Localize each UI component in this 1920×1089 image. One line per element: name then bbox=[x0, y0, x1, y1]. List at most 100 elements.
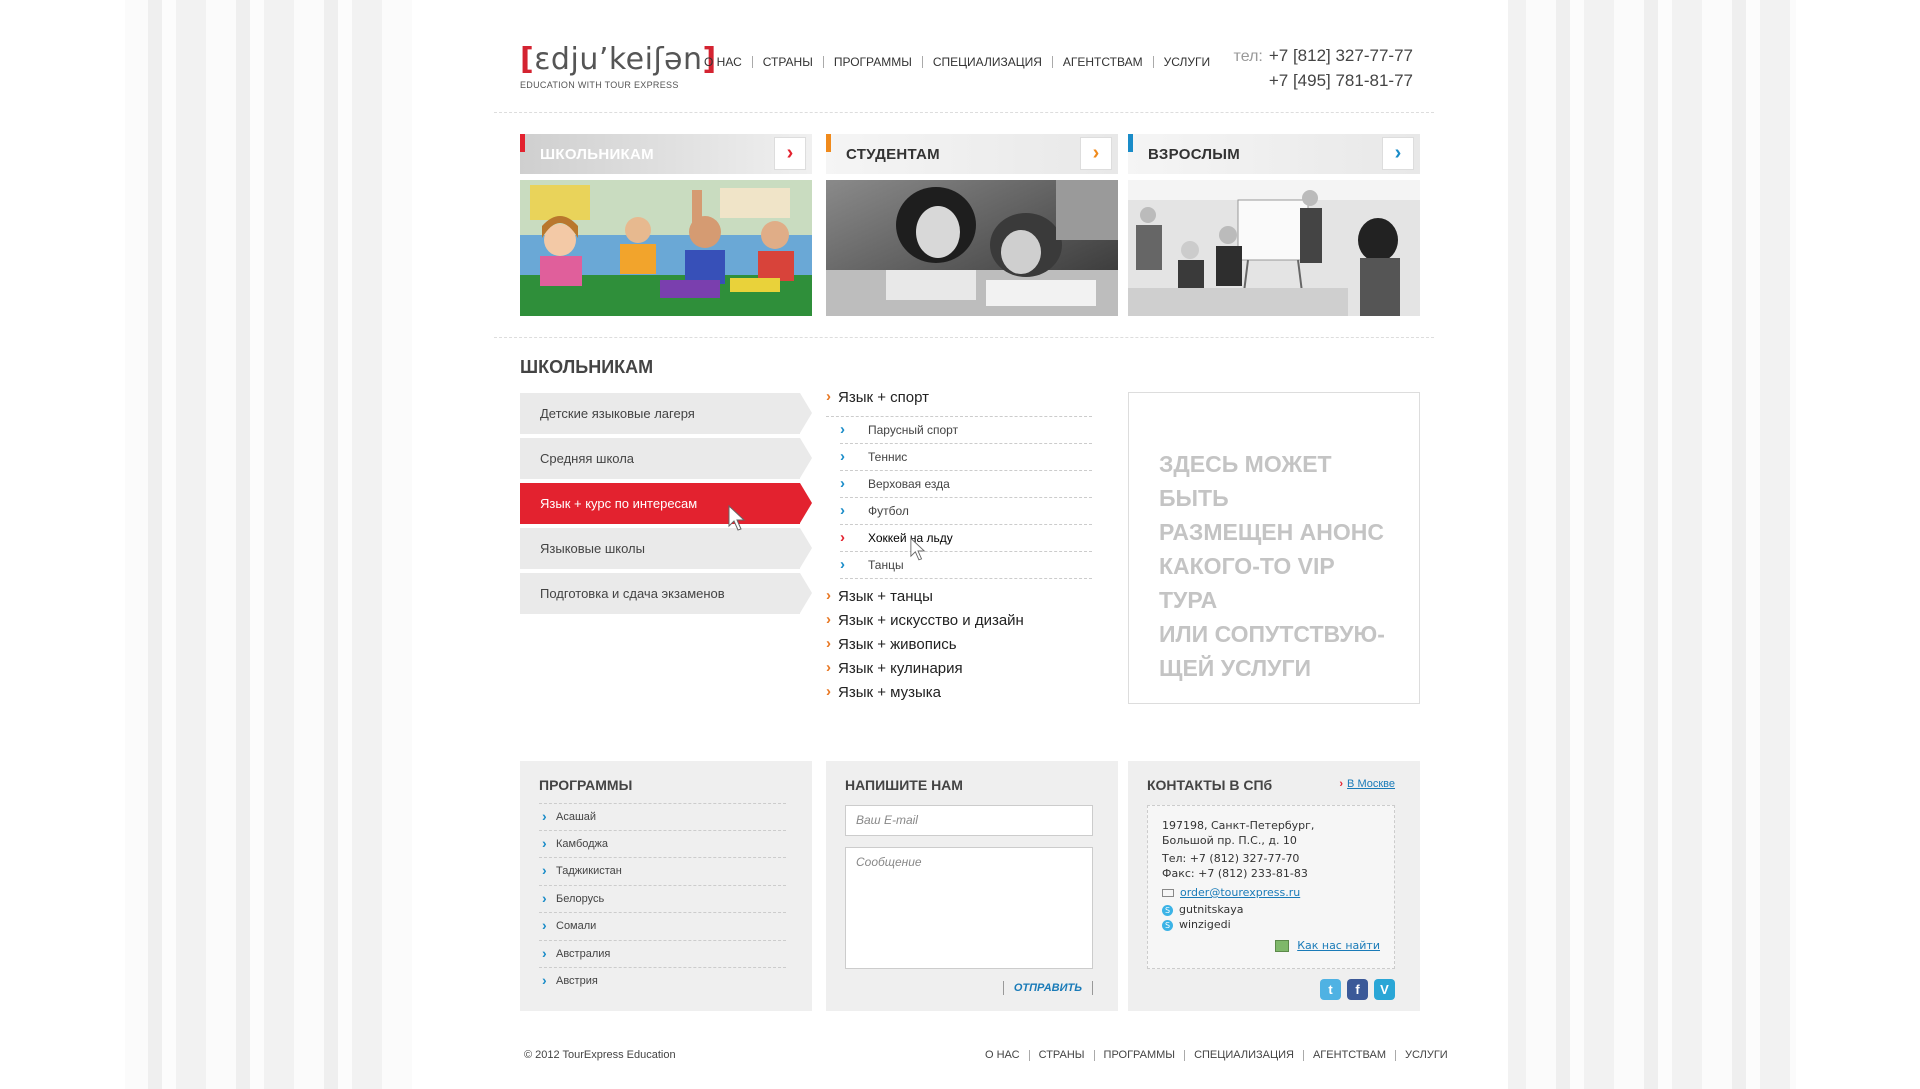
mouse-cursor-icon bbox=[728, 505, 746, 531]
tile-title: ШКОЛЬНИКАМ bbox=[540, 146, 654, 163]
subcategory-item[interactable]: Язык + искусство и дизайн bbox=[826, 608, 1092, 633]
subcategory-item[interactable]: Язык + музыка bbox=[826, 680, 1092, 705]
promo-line: КАКОГО-ТО VIP ТУРА bbox=[1159, 553, 1335, 613]
subcategory-item[interactable]: Язык + живопись bbox=[826, 632, 1092, 657]
sub-item-hovered[interactable]: Хоккей на льду bbox=[840, 524, 1092, 552]
tile-title: СТУДЕНТАМ bbox=[846, 146, 940, 163]
skype-name[interactable]: gutnitskaya bbox=[1179, 903, 1244, 916]
map-icon bbox=[1275, 940, 1290, 952]
photo-students bbox=[826, 180, 1118, 316]
nav-agencies[interactable]: АГЕНТСТВАМ bbox=[1051, 56, 1153, 68]
subcategory-language-sport[interactable]: Язык + спорт bbox=[826, 385, 1092, 417]
vimeo-icon[interactable]: V bbox=[1374, 979, 1395, 1000]
section-title: ШКОЛЬНИКАМ bbox=[520, 357, 654, 377]
twitter-icon[interactable]: t bbox=[1320, 979, 1341, 1000]
address-line: 197198, Санкт-Петербург, bbox=[1162, 819, 1315, 832]
envelope-icon bbox=[1162, 889, 1174, 897]
chevron-right-icon[interactable]: › bbox=[1080, 137, 1112, 170]
subcategory-item[interactable]: Язык + танцы bbox=[826, 584, 1092, 609]
email-field[interactable]: Ваш E-mail bbox=[845, 805, 1093, 836]
phone-spb[interactable]: +7 [812] 327-77-77 bbox=[1269, 46, 1413, 65]
contacts-card: 197198, Санкт-Петербург, Большой пр. П.С… bbox=[1147, 805, 1395, 969]
nav-programs[interactable]: ПРОГРАММЫ bbox=[822, 56, 922, 68]
category-menu: Детские языковые лагеря Средняя школа Яз… bbox=[520, 393, 812, 618]
phone-row-1: тел: +7 [812] 327-77-77 bbox=[1230, 44, 1413, 69]
divider-top bbox=[494, 112, 1434, 113]
subcategory-list: Язык + спорт Парусный спорт Теннис Верхо… bbox=[826, 385, 1092, 705]
program-item[interactable]: Белорусь bbox=[539, 885, 786, 913]
footer-nav-specialization[interactable]: СПЕЦИАЛИЗАЦИЯ bbox=[1184, 1050, 1303, 1061]
find-us-row: Как нас найти bbox=[1162, 938, 1380, 953]
program-item[interactable]: Камбоджа bbox=[539, 830, 786, 858]
top-nav: О НАС СТРАНЫ ПРОГРАММЫ СПЕЦИАЛИЗАЦИЯ АГЕ… bbox=[698, 56, 1220, 68]
phone-label: тел: bbox=[1233, 48, 1263, 65]
tile-accent bbox=[520, 134, 525, 152]
sub-item[interactable]: Танцы bbox=[840, 551, 1092, 579]
program-item[interactable]: Сомали bbox=[539, 912, 786, 941]
chevron-right-icon: › bbox=[1339, 778, 1344, 790]
skype-name[interactable]: winzigedi bbox=[1179, 918, 1231, 931]
mouse-cursor-icon bbox=[910, 537, 926, 561]
programs-list: Асашай Камбоджа Таджикистан Белорусь Сом… bbox=[539, 803, 786, 996]
nav-countries[interactable]: СТРАНЫ bbox=[751, 56, 823, 68]
category-item[interactable]: Подготовка и сдача экзаменов bbox=[520, 573, 812, 614]
phones: тел: +7 [812] 327-77-77 +7 [495] 781-81-7… bbox=[1230, 44, 1413, 93]
footer-nav-programs[interactable]: ПРОГРАММЫ bbox=[1093, 1050, 1185, 1061]
tile-title: ВЗРОСЛЫМ bbox=[1148, 146, 1241, 163]
category-item[interactable]: Языковые школы bbox=[520, 528, 812, 569]
category-item[interactable]: Средняя школа bbox=[520, 438, 812, 479]
footer-nav-services[interactable]: УСЛУГИ bbox=[1395, 1050, 1457, 1061]
skype-icon: S bbox=[1162, 919, 1173, 931]
tile-header: ВЗРОСЛЫМ › bbox=[1128, 134, 1420, 174]
facebook-icon[interactable]: f bbox=[1347, 979, 1368, 1000]
contact-email[interactable]: order@tourexpress.ru bbox=[1180, 886, 1300, 899]
tile-header: СТУДЕНТАМ › bbox=[826, 134, 1118, 174]
chevron-right-icon[interactable]: › bbox=[1382, 137, 1414, 170]
sub-item[interactable]: Теннис bbox=[840, 443, 1092, 471]
skype-icon: S bbox=[1162, 904, 1173, 916]
skype-row: Swinzigedi bbox=[1162, 917, 1380, 932]
send-button[interactable]: ОТПРАВИТЬ bbox=[1002, 981, 1093, 995]
program-item[interactable]: Асашай bbox=[539, 803, 786, 831]
email-row: order@tourexpress.ru bbox=[1162, 885, 1380, 900]
tile-students[interactable]: СТУДЕНТАМ › bbox=[826, 134, 1118, 316]
message-field[interactable]: Сообщение bbox=[845, 847, 1093, 969]
footer-nav-agencies[interactable]: АГЕНТСТВАМ bbox=[1302, 1050, 1395, 1061]
sub-item[interactable]: Верховая езда bbox=[840, 470, 1092, 498]
phone-moscow[interactable]: +7 [495] 781-81-77 bbox=[1230, 69, 1413, 93]
programs-box: ПРОГРАММЫ Асашай Камбоджа Таджикистан Бе… bbox=[520, 761, 812, 1011]
chevron-right-icon[interactable]: › bbox=[774, 137, 806, 170]
nav-specialization[interactable]: СПЕЦИАЛИЗАЦИЯ bbox=[921, 56, 1052, 68]
promo-banner[interactable]: ЗДЕСЬ МОЖЕТ БЫТЬ РАЗМЕЩЕН АНОНС КАКОГО-Т… bbox=[1128, 392, 1420, 704]
promo-line: ЗДЕСЬ МОЖЕТ БЫТЬ bbox=[1159, 451, 1332, 511]
footer-nav-countries[interactable]: СТРАНЫ bbox=[1028, 1050, 1094, 1061]
nav-services[interactable]: УСЛУГИ bbox=[1152, 56, 1221, 68]
promo-line: ИЛИ СОПУТСТВУЮ- bbox=[1159, 621, 1385, 647]
write-us-box: НАПИШИТЕ НАМ Ваш E-mail Сообщение ОТПРАВ… bbox=[826, 761, 1118, 1011]
moscow-link[interactable]: В Москве bbox=[1347, 778, 1395, 790]
tile-adults[interactable]: ВЗРОСЛЫМ › bbox=[1128, 134, 1420, 316]
photo-adults bbox=[1128, 180, 1420, 316]
category-item[interactable]: Детские языковые лагеря bbox=[520, 393, 812, 434]
subcategory-item[interactable]: Язык + кулинария bbox=[826, 656, 1092, 681]
logo-bracket-open: [ bbox=[520, 42, 535, 77]
program-item[interactable]: Австрия bbox=[539, 967, 786, 996]
photo-schoolkids bbox=[520, 180, 812, 316]
write-us-title: НАПИШИТЕ НАМ bbox=[845, 777, 963, 793]
divider-middle bbox=[494, 337, 1434, 338]
footer-nav-about[interactable]: О НАС bbox=[976, 1050, 1029, 1061]
logo-tagline: EDUCATION WITH TOUR EXPRESS bbox=[520, 80, 679, 90]
contact-phone: Тел: +7 (812) 327-77-70 bbox=[1162, 852, 1300, 865]
category-item-active[interactable]: Язык + курс по интересам bbox=[520, 483, 812, 524]
nav-about[interactable]: О НАС bbox=[698, 56, 752, 68]
skype-row: Sgutnitskaya bbox=[1162, 902, 1380, 917]
tile-schoolkids[interactable]: ШКОЛЬНИКАМ › bbox=[520, 134, 812, 316]
program-item[interactable]: Таджикистан bbox=[539, 857, 786, 886]
contacts-title: КОНТАКТЫ В СПб bbox=[1147, 777, 1273, 793]
program-item[interactable]: Австралия bbox=[539, 940, 786, 968]
logo[interactable]: [ɛdju’keiʃən] EDUCATION WITH TOUR EXPRES… bbox=[520, 42, 717, 90]
tile-accent bbox=[826, 134, 831, 152]
find-us-link[interactable]: Как нас найти bbox=[1297, 939, 1380, 952]
sub-item[interactable]: Футбол bbox=[840, 497, 1092, 525]
sub-item[interactable]: Парусный спорт bbox=[840, 416, 1092, 444]
